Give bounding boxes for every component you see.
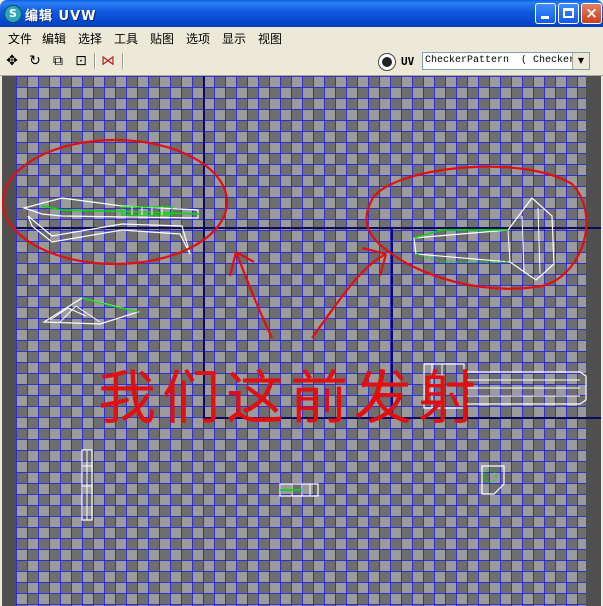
uv-overlay: 我们这前发射 [2, 76, 601, 606]
minimize-button[interactable] [535, 3, 556, 24]
uv-viewport[interactable]: 我们这前发射 [2, 76, 601, 606]
uv-shell-cone [413, 197, 555, 281]
uv-shell-clip [481, 465, 505, 495]
uv-shell-bolt [279, 483, 319, 497]
menu-edit[interactable]: 编辑 [42, 30, 66, 47]
texture-dropdown-value: CheckerPattern ( Checker [425, 55, 573, 66]
uv-shell-small-fin [42, 297, 141, 325]
move-icon[interactable]: ✥ [4, 53, 20, 69]
menu-select[interactable]: 选择 [78, 30, 102, 47]
edit-uvw-window: S 编辑 UVW × 文件 编辑 选择 工具 贴图 选项 显示 视图 ✥ ↻ ⧉… [0, 0, 603, 606]
annotation-text: 我们这前发射 [98, 364, 482, 432]
close-icon: × [585, 4, 598, 22]
minimize-icon [541, 16, 549, 19]
title-bar[interactable]: S 编辑 UVW × [0, 0, 603, 27]
rotate-icon[interactable]: ↻ [27, 53, 43, 69]
red-annotation [2, 138, 588, 339]
scale-icon[interactable]: ⧉ [50, 53, 66, 69]
menu-options[interactable]: 选项 [186, 30, 210, 47]
menu-mapping[interactable]: 贴图 [150, 30, 174, 47]
menu-file[interactable]: 文件 [8, 30, 32, 47]
viewport-right-margin [586, 76, 601, 606]
uv-shell-strip [81, 449, 93, 521]
uv-shell-gun-barrel [21, 197, 201, 255]
maximize-button[interactable] [558, 3, 579, 24]
freeform-icon[interactable]: ⊡ [73, 53, 89, 69]
toolbar-separator [122, 53, 124, 69]
menu-bar: 文件 编辑 选择 工具 贴图 选项 显示 视图 [0, 27, 603, 47]
texture-dropdown[interactable]: CheckerPattern ( Checker ▼ [422, 52, 590, 70]
chevron-down-icon[interactable]: ▼ [572, 53, 589, 69]
menu-display[interactable]: 显示 [222, 30, 246, 47]
toolbar-separator [94, 53, 96, 69]
maximize-icon [563, 8, 574, 18]
mirror-icon[interactable]: ⋈ [100, 53, 116, 69]
uv-label: UV [401, 55, 415, 68]
viewport-left-margin [2, 76, 16, 606]
menu-view[interactable]: 视图 [258, 30, 282, 47]
close-button[interactable]: × [581, 3, 602, 24]
app-logo-icon[interactable]: S [4, 5, 22, 23]
window-title: 编辑 UVW [25, 9, 97, 24]
menu-tools[interactable]: 工具 [114, 30, 138, 47]
render-uvw-icon[interactable] [378, 53, 396, 71]
